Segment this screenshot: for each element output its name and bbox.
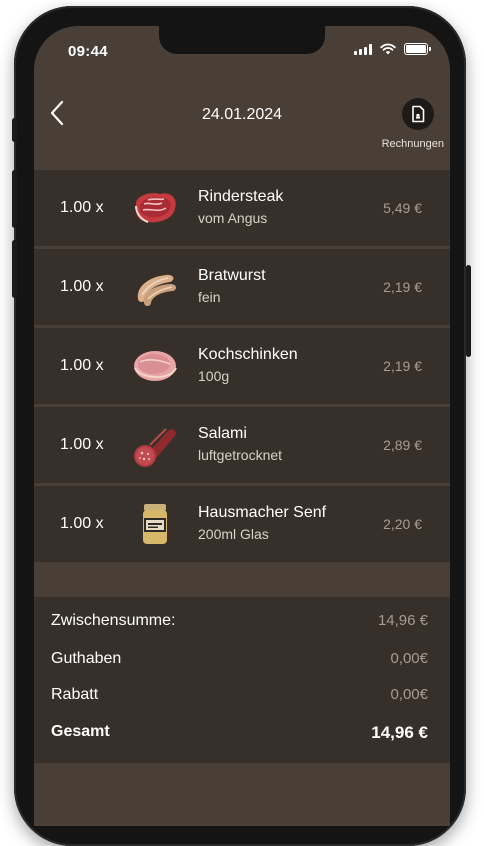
salami-image	[134, 428, 176, 467]
list-item[interactable]: 1.00 x Bratwurst fein 2,19 €	[34, 249, 450, 325]
discount-value: 0,00€	[390, 686, 428, 703]
ham-image	[134, 351, 177, 381]
item-description: fein	[198, 289, 221, 305]
phone-side-button	[466, 265, 471, 357]
phone-side-button	[12, 118, 17, 142]
list-item[interactable]: 1.00 x Rindersteak vom Angus 5,49 €	[34, 170, 450, 246]
item-price: 2,19 €	[383, 358, 422, 374]
steak-image	[135, 193, 176, 223]
invoices-button[interactable]	[402, 98, 434, 130]
item-description: vom Angus	[198, 210, 268, 226]
item-quantity: 1.00 x	[60, 278, 104, 295]
list-item[interactable]: 1.00 x Salami luftgetrocknet 2,89 €	[34, 407, 450, 483]
phone-side-button	[12, 240, 17, 298]
total-row: Gesamt 14,96 €	[51, 723, 428, 743]
subtotal-row: Zwischensumme: 14,96 €	[51, 612, 428, 630]
item-description: 100g	[198, 368, 230, 384]
battery-icon	[404, 43, 431, 55]
item-name: Rindersteak	[198, 188, 284, 205]
subtotal-value: 14,96 €	[377, 612, 428, 629]
sausage-image	[137, 274, 177, 306]
discount-row: Rabatt 0,00€	[51, 686, 428, 704]
item-name: Hausmacher Senf	[198, 504, 327, 521]
order-summary: Zwischensumme: 14,96 € Guthaben 0,00€ Ra…	[34, 597, 450, 763]
credit-label: Guthaben	[51, 650, 122, 667]
item-quantity: 1.00 x	[60, 436, 104, 453]
item-price: 2,20 €	[383, 516, 422, 532]
item-description: luftgetrocknet	[198, 447, 283, 463]
item-quantity: 1.00 x	[60, 199, 104, 216]
item-price: 2,19 €	[383, 279, 422, 295]
total-value: 14,96 €	[371, 723, 428, 742]
credit-row: Guthaben 0,00€	[51, 650, 428, 668]
item-description: 200ml Glas	[198, 526, 269, 542]
order-items-list: 1.00 x Rindersteak vom Angus 5,49 € 1.00…	[34, 170, 450, 565]
page-title: 24.01.2024	[201, 106, 283, 123]
status-time: 09:44	[68, 43, 108, 60]
app-screen: 09:44 24.01.2024 Rechnungen 1.00 x Rinde…	[34, 26, 450, 826]
item-name: Salami	[198, 425, 247, 442]
item-name: Bratwurst	[198, 267, 266, 284]
total-label: Gesamt	[51, 723, 110, 740]
item-price: 5,49 €	[383, 200, 422, 216]
notch	[159, 26, 325, 54]
signal-icon	[354, 43, 372, 55]
discount-label: Rabatt	[51, 686, 99, 703]
mustard-jar-image	[143, 504, 167, 544]
item-name: Kochschinken	[198, 346, 298, 363]
item-quantity: 1.00 x	[60, 515, 104, 532]
list-item[interactable]: 1.00 x Kochschinken 100g 2,19 €	[34, 328, 450, 404]
subtotal-label: Zwischensumme:	[51, 612, 176, 629]
status-icons	[354, 43, 431, 55]
document-icon	[412, 105, 425, 123]
credit-value: 0,00€	[390, 650, 428, 667]
phone-side-button	[12, 170, 17, 228]
invoices-label[interactable]: Rechnungen	[382, 138, 444, 150]
wifi-icon	[380, 43, 396, 55]
item-quantity: 1.00 x	[60, 357, 104, 374]
item-price: 2,89 €	[383, 437, 422, 453]
list-item[interactable]: 1.00 x Hausmacher Senf 200ml Glas 2,20 €	[34, 486, 450, 562]
